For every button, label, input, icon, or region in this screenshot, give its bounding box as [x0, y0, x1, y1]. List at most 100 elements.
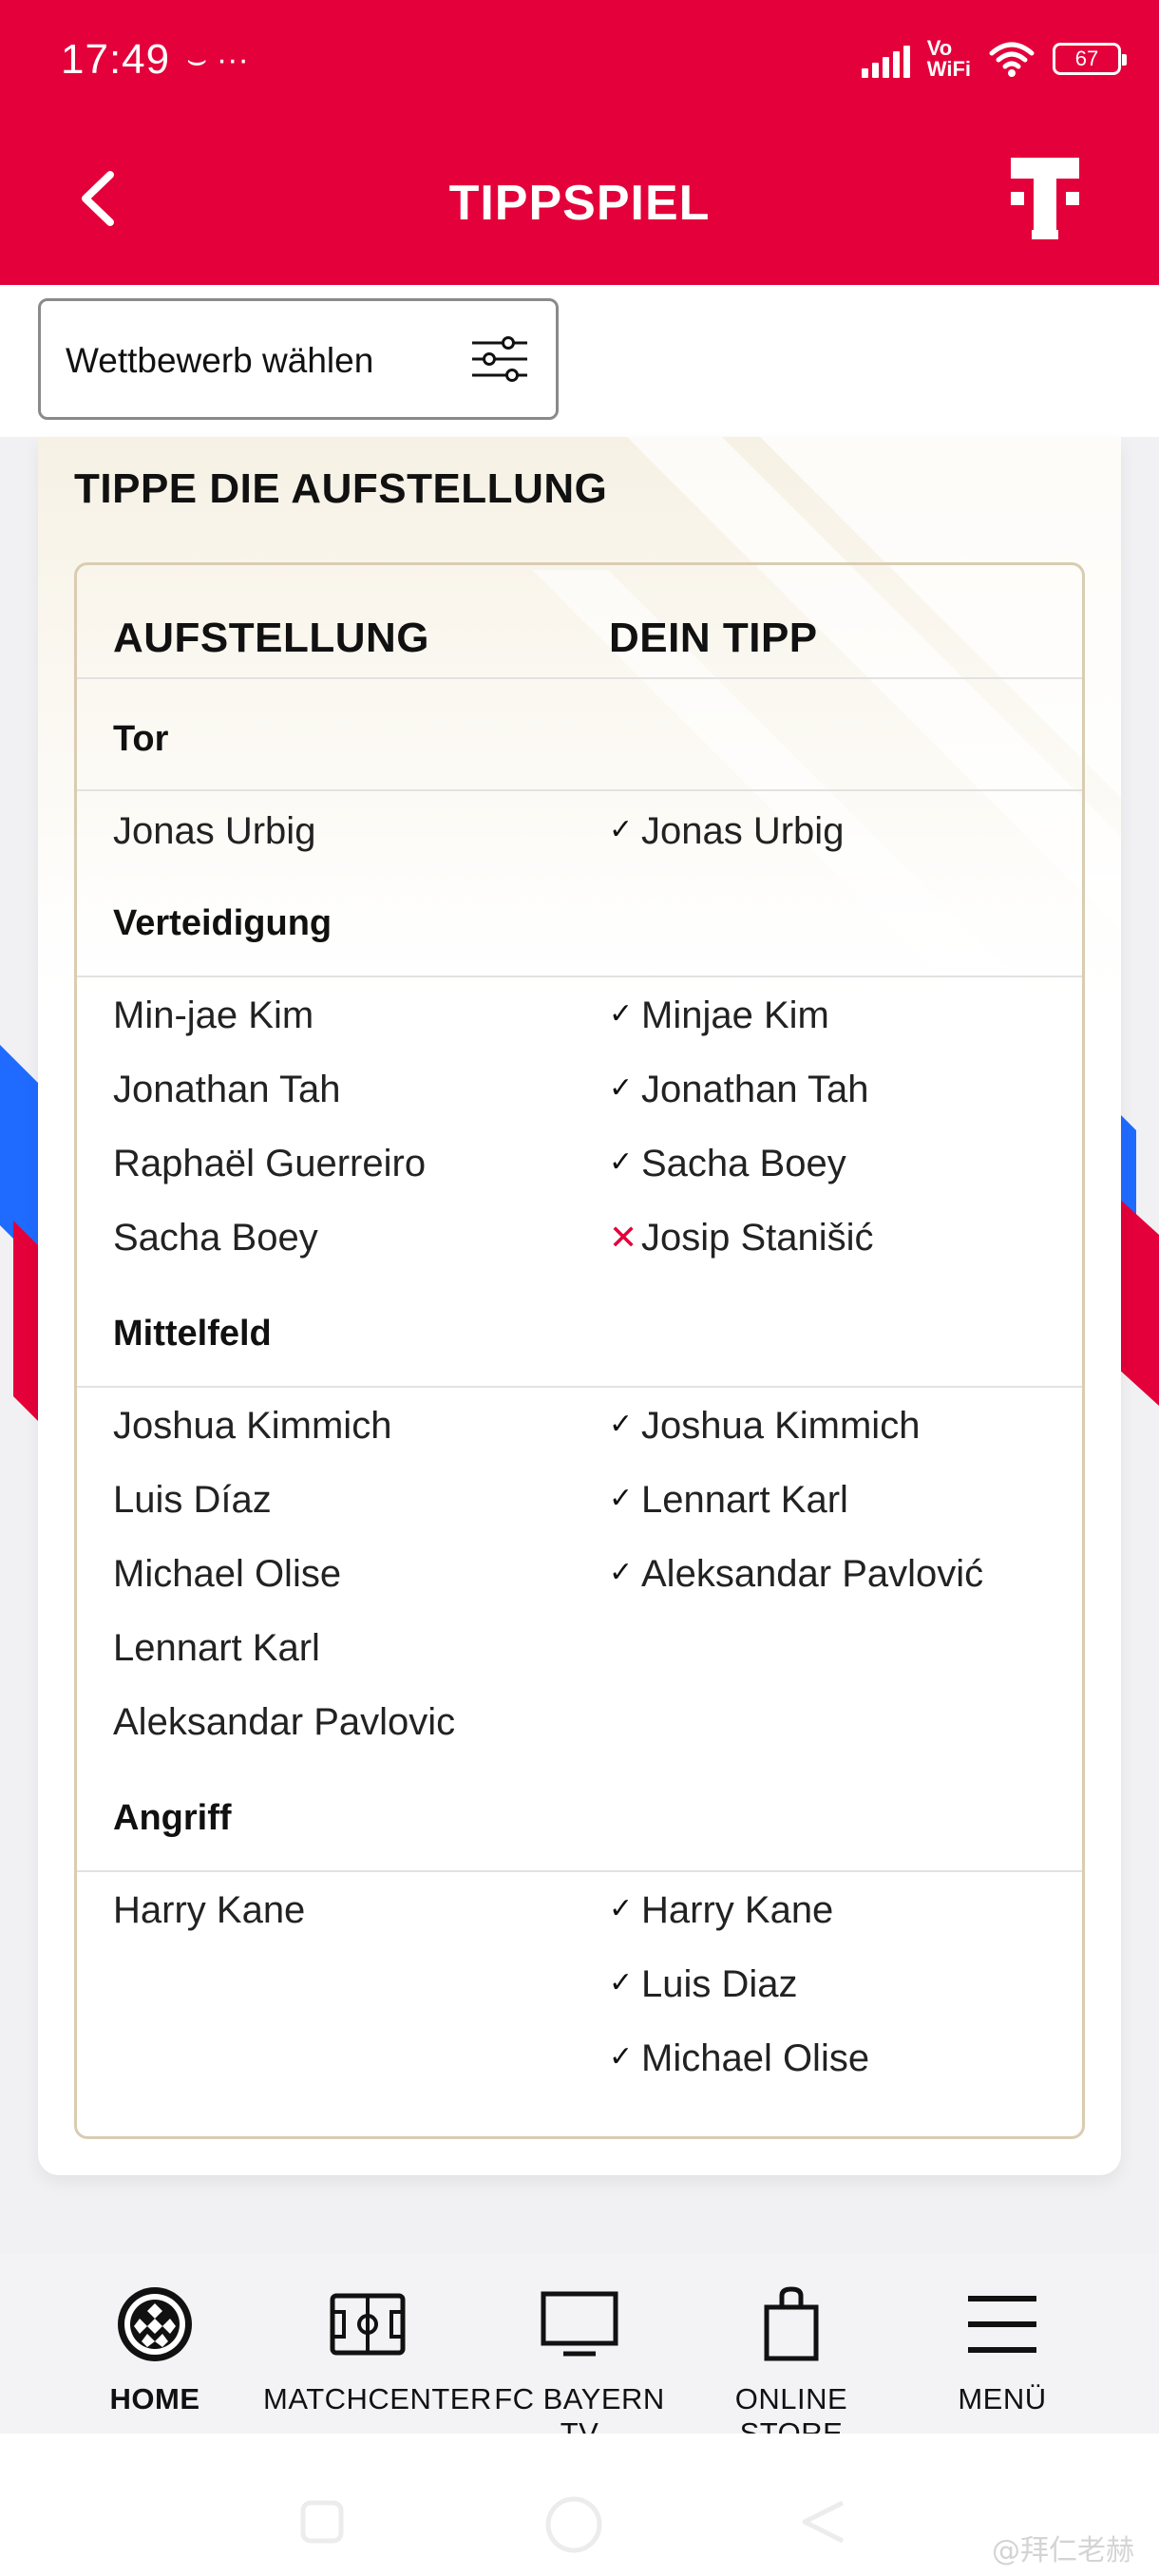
competition-select-label: Wettbewerb wählen	[66, 341, 374, 380]
back-triangle-icon[interactable]	[800, 2498, 847, 2546]
lineup-player-name: Lennart Karl	[113, 1627, 320, 1669]
fcb-crest-icon	[118, 2287, 192, 2361]
battery-icon: 67	[1053, 43, 1127, 75]
tv-icon	[541, 2291, 618, 2357]
table-row: Jonas Urbig ✓ Jonas Urbig	[77, 810, 1082, 884]
tip-cell: ✓ Minjae Kim	[609, 994, 829, 1037]
nav-home[interactable]: HOME	[50, 2282, 259, 2416]
cross-icon: ✕	[609, 1218, 638, 1258]
tip-player-name: Josip Stanišić	[641, 1217, 874, 1259]
lineup-player-name: Raphaël Guerreiro	[113, 1143, 427, 1184]
lineup-player-name: Sacha Boey	[113, 1217, 318, 1259]
app-header: TIPPSPIEL	[0, 123, 1159, 285]
checkmark-icon: ✓	[609, 2040, 634, 2073]
nav-matchcenter[interactable]: MATCHCENTER	[263, 2282, 492, 2416]
tip-player-name: Harry Kane	[641, 1889, 834, 1931]
vowifi-icon: Vo WiFi	[926, 36, 971, 81]
system-navigation-bar	[0, 2434, 1159, 2576]
shopping-bag-icon	[764, 2286, 819, 2361]
tip-cell: ✓ Michael Olise	[609, 2037, 869, 2080]
table-row: Aleksandar Pavlovic	[77, 1701, 1082, 1775]
lineup-player-name: Luis Díaz	[113, 1479, 272, 1521]
column-header-lineup: AUFSTELLUNG	[113, 615, 430, 661]
tip-cell: ✓ Jonathan Tah	[609, 1069, 868, 1111]
filter-sliders-icon	[472, 336, 527, 382]
competition-select[interactable]: Wettbewerb wählen	[38, 298, 559, 420]
tip-player-name: Michael Olise	[641, 2037, 870, 2079]
section-title: Tor	[113, 719, 169, 759]
tip-player-name: Jonas Urbig	[641, 810, 845, 852]
nav-online-store[interactable]: ONLINE STORE	[687, 2282, 896, 2451]
table-row: Sacha Boey ✕Josip Stanišić	[77, 1217, 1082, 1291]
table-row: Jonathan Tah ✓ Jonathan Tah	[77, 1069, 1082, 1143]
checkmark-icon: ✓	[609, 1071, 634, 1104]
tip-player-name: Lennart Karl	[641, 1479, 848, 1521]
checkmark-icon: ✓	[609, 1966, 634, 1998]
tip-cell: ✓ Aleksandar Pavlović	[609, 1553, 983, 1596]
section-divider	[77, 789, 1082, 791]
section-divider	[77, 1870, 1082, 1872]
lineup-table: AUFSTELLUNG DEIN TIPP Tor Jonas Urbig ✓ Jon…	[74, 562, 1085, 2139]
lineup-player-name: Jonathan Tah	[113, 1069, 341, 1110]
checkmark-icon: ✓	[609, 1146, 634, 1178]
nav-fcbayern-tv[interactable]: FC BAYERN TV	[475, 2282, 684, 2451]
checkmark-icon: ✓	[609, 813, 634, 845]
page-title: TIPPSPIEL	[448, 176, 711, 231]
section-divider	[77, 1386, 1082, 1388]
pitch-icon	[330, 2293, 406, 2356]
hamburger-menu-icon	[968, 2296, 1036, 2353]
recent-apps-icon[interactable]	[298, 2498, 346, 2546]
section-title: Mittelfeld	[113, 1314, 272, 1354]
table-row: Michael Olise ✓ Aleksandar Pavlović	[77, 1553, 1082, 1627]
tip-player-name: Luis Diaz	[641, 1963, 798, 2005]
table-row: Raphaël Guerreiro ✓ Sacha Boey	[77, 1143, 1082, 1217]
section-title: Verteidigung	[113, 903, 332, 943]
bottom-navigation: HOME MATCHCENTER FC BAYERN TV	[0, 2253, 1159, 2450]
table-row: ✓ Luis Diaz	[77, 1963, 1082, 2037]
table-row: Lennart Karl	[77, 1627, 1082, 1701]
checkmark-icon: ✓	[609, 1892, 634, 1924]
lineup-player-name: Harry Kane	[113, 1889, 306, 1931]
table-row: Min-jae Kim ✓ Minjae Kim	[77, 994, 1082, 1069]
tip-cell: ✕Josip Stanišić	[609, 1217, 874, 1260]
lineup-card: TIPPE DIE AUFSTELLUNG AUFSTELLUNG DEIN T…	[38, 437, 1121, 2175]
tip-player-name: Joshua Kimmich	[641, 1405, 921, 1447]
tip-player-name: Jonathan Tah	[641, 1069, 869, 1110]
home-circle-icon[interactable]	[543, 2494, 604, 2555]
lineup-player-name: Aleksandar Pavlovic	[113, 1701, 456, 1743]
nav-home-label: HOME	[109, 2382, 200, 2415]
status-right-icons: Vo WiFi 67	[861, 36, 1127, 81]
filter-bar: Wettbewerb wählen	[0, 285, 1159, 437]
lineup-player-name: Joshua Kimmich	[113, 1405, 392, 1447]
watermark: @拜仁老赫	[992, 2534, 1134, 2567]
status-time: 17:49	[61, 36, 171, 83]
nav-matchcenter-label: MATCHCENTER	[263, 2382, 492, 2415]
lineup-player-name: Michael Olise	[113, 1553, 342, 1595]
tip-cell: ✓ Luis Diaz	[609, 1963, 798, 2006]
tip-cell: ✓ Jonas Urbig	[609, 810, 844, 853]
table-row: Luis Díaz ✓ Lennart Karl	[77, 1479, 1082, 1553]
section-divider	[77, 975, 1082, 977]
status-notification-icons: ⌣ ···	[186, 42, 249, 78]
telekom-logo-icon	[1011, 158, 1079, 239]
tip-cell: ✓ Lennart Karl	[609, 1479, 848, 1522]
nav-menu[interactable]: MENÜ	[898, 2282, 1107, 2416]
column-header-tip: DEIN TIPP	[609, 615, 818, 661]
wifi-icon	[989, 42, 1035, 77]
tip-player-name: Sacha Boey	[641, 1143, 846, 1184]
lineup-player-name: Jonas Urbig	[113, 810, 316, 852]
table-row: Joshua Kimmich ✓ Joshua Kimmich	[77, 1405, 1082, 1479]
section-title: Angriff	[113, 1798, 232, 1838]
checkmark-icon: ✓	[609, 997, 634, 1030]
tip-player-name: Minjae Kim	[641, 994, 829, 1036]
tip-cell: ✓ Harry Kane	[609, 1889, 833, 1932]
tip-cell: ✓ Sacha Boey	[609, 1143, 846, 1185]
checkmark-icon: ✓	[609, 1556, 634, 1588]
tip-cell: ✓ Joshua Kimmich	[609, 1405, 920, 1448]
table-row: ✓ Michael Olise	[77, 2037, 1082, 2112]
status-bar: 17:49 ⌣ ··· Vo WiFi 67	[0, 0, 1159, 123]
signal-icon	[861, 40, 910, 78]
checkmark-icon: ✓	[609, 1408, 634, 1440]
checkmark-icon: ✓	[609, 1482, 634, 1514]
card-title: TIPPE DIE AUFSTELLUNG	[74, 465, 608, 512]
